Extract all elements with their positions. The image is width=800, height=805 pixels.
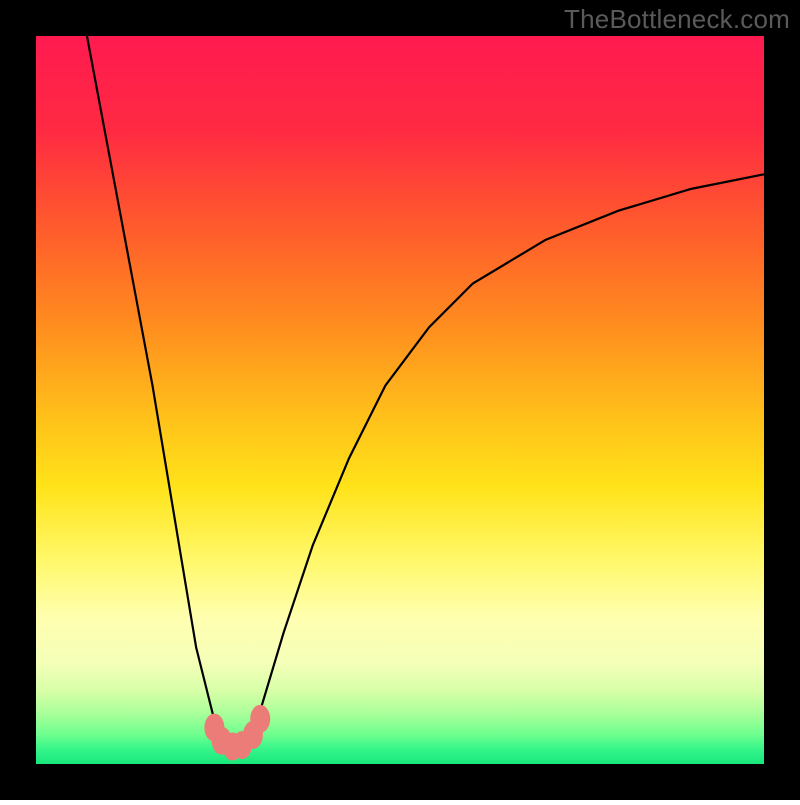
chart-container: TheBottleneck.com [0, 0, 800, 800]
curve-marker [250, 705, 270, 733]
plot-background [36, 36, 764, 764]
watermark-text: TheBottleneck.com [564, 4, 790, 35]
penalty-curve-chart [0, 0, 800, 800]
